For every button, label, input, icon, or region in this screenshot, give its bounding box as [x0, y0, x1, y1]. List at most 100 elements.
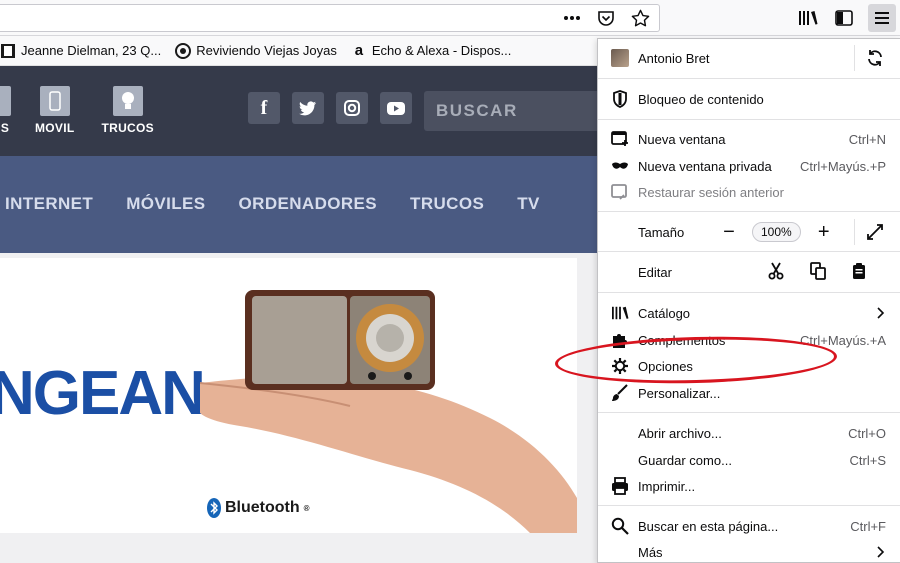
divider	[598, 292, 900, 293]
menu-item-label: Guardar como...	[638, 452, 732, 468]
zoom-in-button[interactable]: +	[813, 221, 835, 243]
divider	[598, 251, 900, 252]
amazon-icon: a	[354, 42, 364, 59]
zoom-reset-button[interactable]: 100%	[752, 222, 801, 242]
shield-icon	[611, 90, 629, 108]
menu-item-shortcut: Ctrl+Mayús.+A	[800, 332, 886, 348]
divider	[598, 119, 900, 120]
page-actions-icon[interactable]	[561, 7, 583, 29]
divider	[854, 45, 855, 71]
menu-options[interactable]: Opciones	[598, 353, 900, 379]
menu-more[interactable]: Más	[598, 539, 900, 563]
app-menu-panel: Antonio Bret Bloqueo de contenido Nueva …	[597, 38, 900, 563]
site-section-movil[interactable]: MOVIL	[35, 86, 75, 135]
menu-item-label: Restaurar sesión anterior	[638, 184, 784, 200]
printer-icon	[611, 477, 629, 495]
menu-profile[interactable]: Antonio Bret	[598, 45, 900, 71]
url-bar[interactable]	[0, 4, 660, 32]
bookmark-label: Echo & Alexa - Dispos...	[371, 43, 512, 58]
site-section-link[interactable]: S	[0, 86, 14, 135]
phone-icon	[39, 86, 70, 116]
reel-icon	[175, 42, 192, 59]
brand-logo-text: NGEAN	[0, 359, 206, 428]
menu-find[interactable]: Buscar en esta página... Ctrl+F	[598, 513, 900, 539]
youtube-icon[interactable]	[380, 92, 412, 124]
menu-item-label: Imprimir...	[638, 478, 696, 494]
nav-internet[interactable]: INTERNET	[5, 194, 93, 214]
menu-library[interactable]: Catálogo	[598, 300, 900, 326]
twitter-icon[interactable]	[292, 92, 324, 124]
social-links: f	[248, 92, 412, 124]
zoom-out-button[interactable]: −	[718, 221, 740, 243]
mask-icon	[611, 157, 629, 175]
site-search-input[interactable]: BUSCAR	[424, 91, 604, 131]
nav-trucos[interactable]: TRUCOS	[410, 194, 484, 214]
menu-item-label: Editar	[638, 264, 672, 280]
cut-icon[interactable]	[768, 262, 784, 283]
pocket-icon[interactable]	[595, 7, 617, 29]
menu-item-label: Nueva ventana privada	[638, 158, 772, 174]
chevron-right-icon	[872, 543, 890, 561]
menu-new-window[interactable]: Nueva ventana Ctrl+N	[598, 126, 900, 152]
library-icon[interactable]	[797, 7, 819, 29]
nav-moviles[interactable]: MÓVILES	[126, 194, 205, 214]
sidebar-icon[interactable]	[833, 7, 855, 29]
site-section-trucos[interactable]: TRUCOS	[102, 86, 154, 135]
bluetooth-label: Bluetooth	[225, 499, 300, 516]
nav-tv[interactable]: TV	[517, 194, 540, 214]
menu-private-window[interactable]: Nueva ventana privada Ctrl+Mayús.+P	[598, 153, 900, 179]
fullscreen-icon[interactable]	[866, 223, 884, 241]
menu-edit: Editar	[598, 259, 900, 285]
menu-content-blocking[interactable]: Bloqueo de contenido	[598, 86, 900, 112]
bookmark-item[interactable]: Reviviendo Viejas Joyas	[175, 42, 337, 59]
menu-item-shortcut: Ctrl+O	[848, 425, 886, 441]
browser-toolbar	[0, 0, 900, 36]
menu-item-shortcut: Ctrl+Mayús.+P	[800, 158, 886, 174]
menu-print[interactable]: Imprimir...	[598, 473, 900, 499]
divider	[854, 219, 855, 245]
menu-item-label: Bloqueo de contenido	[638, 91, 764, 107]
bluetooth-logo: Bluetooth ®	[207, 498, 310, 518]
copy-icon[interactable]	[810, 261, 826, 283]
menu-item-label: Catálogo	[638, 305, 691, 321]
section-label: MOVIL	[35, 121, 75, 135]
menu-item-label: Personalizar...	[638, 385, 721, 401]
menu-addons[interactable]: Complementos Ctrl+Mayús.+A	[598, 327, 900, 353]
paintbrush-icon	[611, 384, 629, 402]
menu-item-shortcut: Ctrl+F	[850, 518, 886, 534]
divider	[598, 78, 900, 79]
radio-on-hand-image	[200, 290, 577, 533]
hamburger-menu-button[interactable]	[868, 4, 896, 32]
bookmark-item[interactable]: Jeanne Dielman, 23 Q...	[0, 43, 161, 59]
paste-icon[interactable]	[852, 262, 866, 283]
menu-item-label: Abrir archivo...	[638, 425, 722, 441]
bookmark-item[interactable]: a Echo & Alexa - Dispos...	[351, 42, 512, 59]
menu-open-file[interactable]: Abrir archivo... Ctrl+O	[598, 420, 900, 446]
section-icon	[0, 86, 11, 116]
library-icon	[611, 304, 629, 322]
divider	[598, 412, 900, 413]
nav-ordenadores[interactable]: ORDENADORES	[239, 194, 378, 214]
chevron-right-icon	[872, 304, 890, 322]
facebook-icon[interactable]: f	[248, 92, 280, 124]
puzzle-icon	[611, 331, 629, 349]
menu-restore-session: Restaurar sesión anterior	[598, 179, 900, 205]
menu-customize[interactable]: Personalizar...	[598, 380, 900, 406]
menu-zoom: Tamaño − 100% +	[598, 219, 900, 245]
section-label: TRUCOS	[101, 121, 154, 135]
sync-icon[interactable]	[866, 49, 884, 67]
instagram-icon[interactable]	[336, 92, 368, 124]
menu-item-label: Nueva ventana	[638, 131, 726, 147]
menu-item-shortcut: Ctrl+S	[849, 452, 886, 468]
menu-save-as[interactable]: Guardar como... Ctrl+S	[598, 447, 900, 473]
avatar	[611, 49, 629, 67]
menu-item-shortcut: Ctrl+N	[848, 131, 886, 147]
article-banner[interactable]: NGEAN Bluetooth ®	[0, 258, 577, 533]
menu-item-label: Buscar en esta página...	[638, 518, 779, 534]
lightbulb-icon	[112, 86, 143, 116]
new-window-icon	[611, 130, 629, 148]
gear-icon	[611, 357, 629, 375]
menu-item-label: Tamaño	[638, 224, 685, 240]
bookmark-star-icon[interactable]	[629, 7, 651, 29]
bluetooth-icon	[207, 498, 221, 518]
